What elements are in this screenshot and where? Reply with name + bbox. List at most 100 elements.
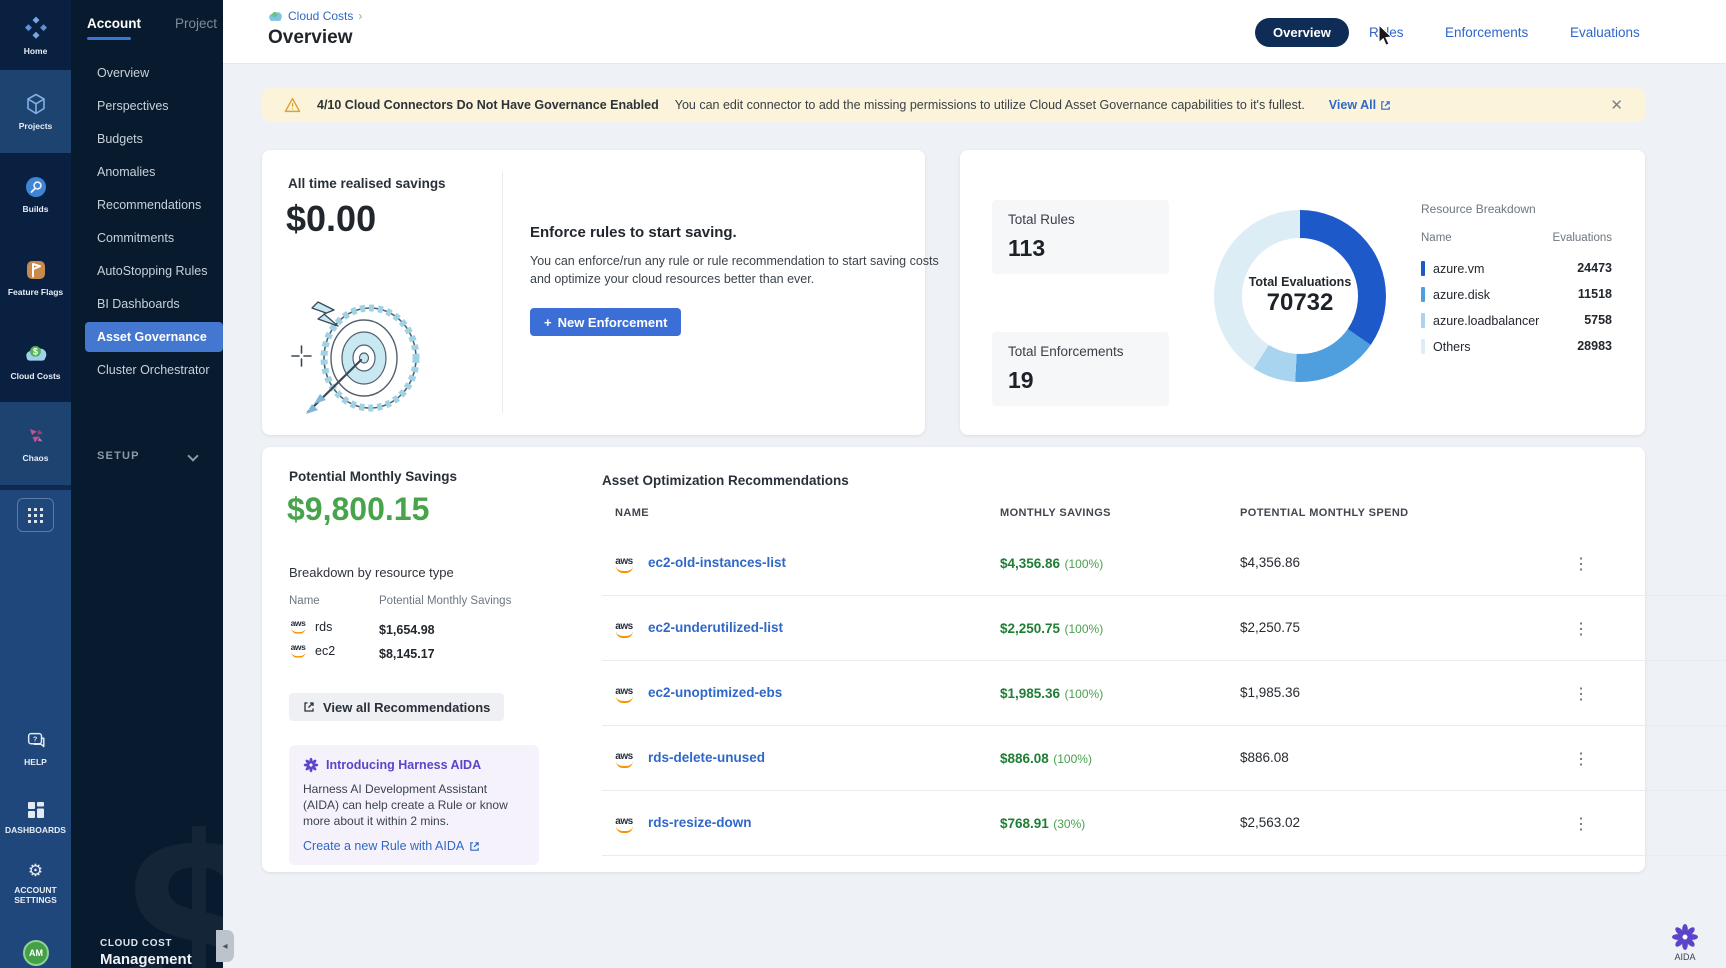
card-divider <box>502 172 503 413</box>
legend-value-loadbalancer: 5758 <box>1490 313 1612 327</box>
kebab-menu-icon[interactable]: ⋮ <box>1572 554 1590 574</box>
external-link-icon <box>469 841 480 852</box>
table-row[interactable]: aws rds-resize-down $768.91 (30%) $2,563… <box>602 791 1726 856</box>
nav-menu: Overview Perspectives Budgets Anomalies … <box>71 56 223 386</box>
module-grid-button[interactable] <box>17 498 54 532</box>
sidebar-collapse-button[interactable]: ◂ <box>216 930 234 962</box>
potential-savings-amount: $9,800.15 <box>287 491 429 528</box>
create-rule-with-aida-link[interactable]: Create a new Rule with AIDA <box>303 839 525 853</box>
warning-icon <box>284 97 301 113</box>
nav-item-perspectives[interactable]: Perspectives <box>71 89 223 122</box>
aida-flower-icon <box>1672 924 1698 950</box>
rule-link[interactable]: ec2-underutilized-list <box>648 620 783 635</box>
scope-tab-project[interactable]: Project <box>175 16 217 31</box>
tab-enforcements[interactable]: Enforcements <box>1445 25 1528 40</box>
legend-row: Others <box>1421 338 1471 356</box>
nav-item-overview[interactable]: Overview <box>71 56 223 89</box>
legend-swatch-azure-disk <box>1421 287 1425 302</box>
close-icon[interactable]: ✕ <box>1610 96 1623 114</box>
builds-icon <box>24 175 48 199</box>
main-content: Cloud Costs › Overview Overview Rules En… <box>223 0 1726 968</box>
realised-savings-amount: $0.00 <box>286 198 376 240</box>
legend-col-evaluations: Evaluations <box>1490 232 1612 244</box>
recommendations-card: Potential Monthly Savings $9,800.15 Brea… <box>262 447 1645 872</box>
recommendations-heading: Asset Optimization Recommendations <box>602 473 849 488</box>
aida-assistant-button[interactable]: AIDA <box>1672 924 1698 962</box>
aws-icon: aws <box>612 622 636 638</box>
nav-item-budgets[interactable]: Budgets <box>71 122 223 155</box>
table-row[interactable]: aws ec2-unoptimized-ebs $1,985.36 (100%)… <box>602 661 1726 726</box>
aws-icon: aws <box>290 644 305 658</box>
enforce-cta-title: Enforce rules to start saving. <box>530 224 737 241</box>
feature-flags-icon <box>24 258 48 282</box>
projects-cube-icon <box>24 92 48 116</box>
rule-link[interactable]: rds-delete-unused <box>648 750 765 765</box>
nav-item-autostopping-rules[interactable]: AutoStopping Rules <box>71 254 223 287</box>
app-window: Home Projects Builds Feature Flags <box>0 0 1726 968</box>
governance-stats-card: Total Rules 113 Total Enforcements 19 To… <box>960 150 1645 435</box>
nav-item-cluster-orchestrator[interactable]: Cluster Orchestrator <box>71 353 223 386</box>
aws-icon: aws <box>612 557 636 573</box>
aida-flower-icon <box>303 757 319 773</box>
kebab-menu-icon[interactable]: ⋮ <box>1572 814 1590 834</box>
view-all-recommendations-button[interactable]: View all Recommendations <box>289 693 504 721</box>
nav-item-recommendations[interactable]: Recommendations <box>71 188 223 221</box>
total-enforcements-label: Total Enforcements <box>1008 344 1153 359</box>
rule-link[interactable]: ec2-old-instances-list <box>648 555 786 570</box>
total-rules-label: Total Rules <box>1008 212 1153 227</box>
sidebar-item-feature-flags[interactable]: Feature Flags <box>0 236 71 319</box>
sidebar-item-projects[interactable]: Projects <box>0 70 71 153</box>
tab-rules[interactable]: Rules <box>1369 25 1404 40</box>
external-link-icon <box>1380 100 1391 111</box>
sidebar-item-cloud-costs[interactable]: $ Cloud Costs <box>0 319 71 402</box>
kebab-menu-icon[interactable]: ⋮ <box>1572 619 1590 639</box>
legend-row: azure.vm <box>1421 260 1484 278</box>
donut-center-value: 70732 <box>1267 289 1334 317</box>
sidebar-item-dashboards[interactable]: DASHBOARDS <box>0 800 71 835</box>
chaos-icon <box>24 424 48 448</box>
rds-savings-value: $1,654.98 <box>379 623 435 637</box>
enforce-cta-body: You can enforce/run any rule or rule rec… <box>530 252 950 288</box>
table-row[interactable]: aws ec2-underutilized-list $2,250.75 (10… <box>602 596 1726 661</box>
rule-link[interactable]: ec2-unoptimized-ebs <box>648 685 782 700</box>
nav-item-anomalies[interactable]: Anomalies <box>71 155 223 188</box>
breadcrumb: Cloud Costs › <box>268 9 362 23</box>
banner-body: You can edit connector to add the missin… <box>675 98 1305 112</box>
kebab-menu-icon[interactable]: ⋮ <box>1572 749 1590 769</box>
nav-item-bi-dashboards[interactable]: BI Dashboards <box>71 287 223 320</box>
col-header-name: NAME <box>615 507 649 519</box>
scope-tab-account[interactable]: Account <box>87 16 141 31</box>
chevron-down-icon <box>187 450 198 461</box>
table-row[interactable]: aws ec2-old-instances-list $4,356.86 (10… <box>602 531 1726 596</box>
breakdown-row-ec2: aws ec2 <box>289 643 335 659</box>
plus-icon: + <box>544 315 552 330</box>
table-row[interactable]: aws rds-delete-unused $886.08 (100%) $88… <box>602 726 1726 791</box>
setup-section-toggle[interactable]: SETUP <box>97 450 140 462</box>
user-avatar[interactable]: AM <box>23 940 49 966</box>
tab-evaluations[interactable]: Evaluations <box>1570 25 1640 40</box>
cloud-costs-icon: $ <box>23 340 49 366</box>
kebab-menu-icon[interactable]: ⋮ <box>1572 684 1590 704</box>
sidebar-item-account-settings[interactable]: ⚙ ACCOUNT SETTINGS <box>0 862 71 905</box>
ec2-savings-value: $8,145.17 <box>379 647 435 661</box>
total-enforcements-value: 19 <box>1008 367 1153 394</box>
legend-swatch-azure-loadbalancer <box>1421 313 1425 328</box>
sidebar-item-home[interactable]: Home <box>0 0 71 70</box>
breadcrumb-cloud-costs-link[interactable]: Cloud Costs <box>288 9 353 23</box>
legend-col-name: Name <box>1421 232 1452 244</box>
rule-link[interactable]: rds-resize-down <box>648 815 752 830</box>
sidebar-item-builds[interactable]: Builds <box>0 153 71 236</box>
sidebar-item-help[interactable]: ? HELP <box>0 730 71 767</box>
legend-value-azure-disk: 11518 <box>1490 287 1612 301</box>
new-enforcement-button[interactable]: + New Enforcement <box>530 308 681 336</box>
nav-item-asset-governance[interactable]: Asset Governance <box>85 322 223 352</box>
tab-overview[interactable]: Overview <box>1255 18 1349 47</box>
view-all-link[interactable]: View All <box>1329 98 1391 112</box>
sidebar-item-chaos[interactable]: Chaos <box>0 402 71 485</box>
col-header-monthly-savings: MONTHLY SAVINGS <box>1000 507 1111 519</box>
grid-icon <box>28 508 43 523</box>
donut-center-label: Total Evaluations <box>1249 275 1352 289</box>
aida-title: Introducing Harness AIDA <box>326 758 481 772</box>
nav-item-commitments[interactable]: Commitments <box>71 221 223 254</box>
page-title: Overview <box>268 27 353 49</box>
